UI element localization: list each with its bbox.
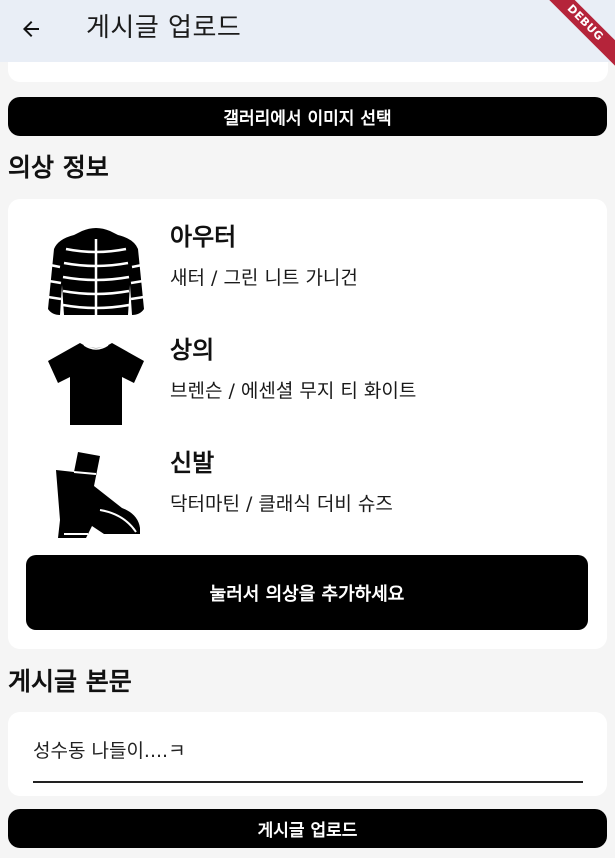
upload-post-button[interactable]: 게시글 업로드 bbox=[8, 809, 607, 848]
back-button[interactable] bbox=[14, 12, 48, 46]
post-body-input[interactable] bbox=[33, 738, 583, 760]
tshirt-icon bbox=[44, 334, 148, 434]
body-section-title: 게시글 본문 bbox=[8, 667, 132, 696]
clothing-detail-label: 새터 / 그린 니트 가니건 bbox=[170, 267, 358, 289]
page-title: 게시글 업로드 bbox=[86, 13, 242, 43]
clothing-detail-label: 브렌슨 / 에센셜 무지 티 화이트 bbox=[170, 380, 417, 402]
clothing-item-shoes[interactable]: 신발 닥터마틴 / 클래식 더비 슈즈 bbox=[44, 447, 584, 557]
clothing-card: 아우터 새터 / 그린 니트 가니건 상의 브렌슨 / 에센셜 무지 티 화이트… bbox=[8, 199, 607, 649]
input-underline bbox=[33, 781, 583, 783]
clothing-category-label: 상의 bbox=[170, 336, 215, 364]
arrow-left-icon bbox=[23, 21, 39, 37]
boots-icon bbox=[44, 447, 148, 547]
app-bar: 게시글 업로드 bbox=[0, 0, 615, 62]
clothing-detail-label: 닥터마틴 / 클래식 더비 슈즈 bbox=[170, 493, 393, 515]
body-card bbox=[8, 712, 607, 796]
clothing-item-outer[interactable]: 아우터 새터 / 그린 니트 가니건 bbox=[44, 221, 584, 331]
add-clothing-button[interactable]: 눌러서 의상을 추가하세요 bbox=[26, 555, 588, 630]
clothing-category-label: 신발 bbox=[170, 449, 215, 477]
puffer-jacket-icon bbox=[44, 221, 148, 321]
clothing-category-label: 아우터 bbox=[170, 223, 237, 251]
image-preview-card bbox=[8, 62, 608, 82]
select-image-button[interactable]: 갤러리에서 이미지 선택 bbox=[8, 97, 607, 136]
clothing-item-top[interactable]: 상의 브렌슨 / 에센셜 무지 티 화이트 bbox=[44, 334, 584, 444]
clothing-section-title: 의상 정보 bbox=[8, 153, 109, 182]
